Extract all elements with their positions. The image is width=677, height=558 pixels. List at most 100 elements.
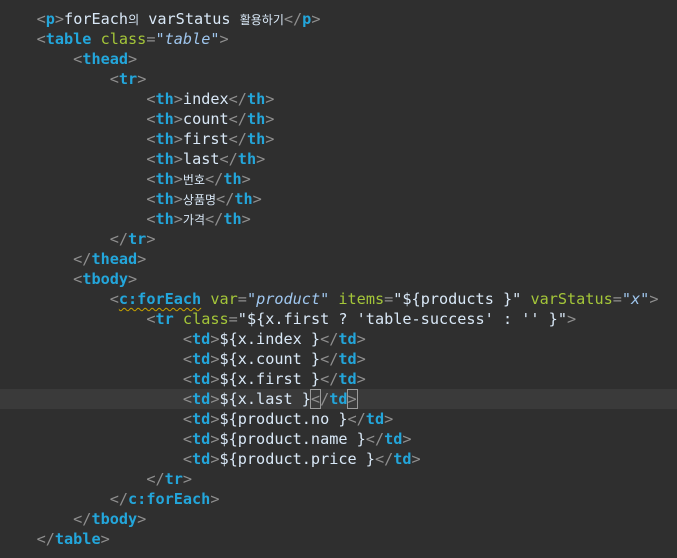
tag-name-token: td — [365, 410, 385, 428]
code-line[interactable]: </table> — [0, 529, 677, 549]
code-line[interactable]: </tr> — [0, 229, 677, 249]
bracket-token: > — [356, 350, 366, 368]
tag-name-token: tr — [164, 470, 183, 488]
bracket-token: < — [182, 450, 193, 468]
tag-name-token-warning: c:forEach — [118, 290, 202, 308]
korean-text-token: 의 — [128, 13, 140, 27]
tag-name-token: th — [237, 150, 257, 168]
code-line[interactable]: </tr> — [0, 469, 677, 489]
bracket-token: < — [109, 70, 119, 88]
text-token: first — [182, 130, 229, 148]
code-line[interactable]: <td>${x.index }</td> — [0, 329, 677, 349]
bracket-token: </ — [228, 110, 247, 128]
text-token: varStatus — [139, 10, 240, 28]
bracket-token: < — [182, 390, 193, 408]
code-line[interactable]: <td>${x.first }</td> — [0, 369, 677, 389]
bracket-token: </ — [228, 90, 247, 108]
code-line[interactable]: <tr> — [0, 69, 677, 89]
code-line[interactable]: </tbody> — [0, 509, 677, 529]
code-line[interactable]: <th>first</th> — [0, 129, 677, 149]
code-line[interactable]: <c:forEach var="product" items="${produc… — [0, 289, 677, 309]
tag-name-token: td — [393, 450, 412, 468]
code-line[interactable]: <td>${product.no }</td> — [0, 409, 677, 429]
code-line-current[interactable]: <td>${x.last }</td> — [0, 389, 677, 409]
code-line[interactable]: <table class="table"> — [0, 29, 677, 49]
bracket-token: > — [241, 210, 251, 228]
code-line[interactable]: <th>가격</th> — [0, 209, 677, 229]
bracket-token: < — [73, 50, 83, 68]
tag-name-token: tr — [128, 230, 147, 248]
code-line[interactable]: <p>forEach의 varStatus 활용하기</p> — [0, 9, 677, 29]
bracket-token: > — [54, 10, 65, 28]
bracket-token: > — [265, 90, 275, 108]
bracket-token: = — [612, 290, 622, 308]
korean-text-token: 번호 — [182, 173, 206, 187]
text-token: count — [182, 110, 229, 128]
code-line[interactable]: </thead> — [0, 249, 677, 269]
code-line[interactable]: <td>${x.count }</td> — [0, 349, 677, 369]
tag-name-token: th — [155, 170, 174, 188]
code-line[interactable]: <th>last</th> — [0, 149, 677, 169]
bracket-token: > — [566, 310, 577, 328]
bracket-token: > — [311, 10, 321, 28]
bracket-token: > — [137, 70, 147, 88]
code-line[interactable]: <tbody> — [0, 269, 677, 289]
string-token: "${products }" — [393, 290, 522, 308]
tag-name-token: td — [338, 350, 357, 368]
tag-name-token: td — [384, 430, 403, 448]
code-line[interactable]: </c:forEach> — [0, 489, 677, 509]
tag-name-token: tbody — [91, 510, 138, 528]
string-token: "${x.first ? 'table-success' : '' }" — [237, 310, 567, 328]
code-line[interactable]: <th>번호</th> — [0, 169, 677, 189]
korean-text-token: 상품명 — [182, 193, 217, 207]
code-line[interactable]: <thead> — [0, 49, 677, 69]
bracket-token: = — [237, 290, 247, 308]
code-line[interactable]: <th>상품명</th> — [0, 189, 677, 209]
code-line[interactable]: <tr class="${x.first ? 'table-success' :… — [0, 309, 677, 329]
bracket-token: < — [182, 430, 193, 448]
bracket-token: </ — [205, 210, 224, 228]
code-line[interactable]: <td>${product.name }</td> — [0, 429, 677, 449]
code-line[interactable]: <td>${product.price }</td> — [0, 449, 677, 469]
bracket-token: </ — [73, 250, 92, 268]
text-token: index — [182, 90, 229, 108]
code-line[interactable]: <th>count</th> — [0, 109, 677, 129]
bracket-token: < — [182, 350, 193, 368]
bracket-token: </ — [320, 330, 339, 348]
tag-name-token: th — [223, 210, 242, 228]
bracket-token: > — [173, 150, 183, 168]
bracket-token: = — [228, 310, 238, 328]
bracket-token: > — [173, 170, 183, 188]
tag-name-token: table — [54, 530, 101, 548]
bracket-token: = — [384, 290, 394, 308]
bracket-token: > — [173, 190, 183, 208]
bracket-token: > — [256, 150, 266, 168]
bracket-token: > — [649, 290, 659, 308]
text-token: ${x.index } — [219, 330, 321, 348]
code-line[interactable]: <th>index</th> — [0, 89, 677, 109]
bracket-token: > — [411, 450, 421, 468]
text-token: ${x.first } — [219, 370, 321, 388]
attribute-value-token: "x" — [621, 290, 650, 308]
text-token: ${product.price } — [219, 450, 375, 468]
code-editor[interactable]: <p>forEach의 varStatus 활용하기</p> <table cl… — [0, 0, 677, 558]
bracket-token: </ — [109, 490, 129, 508]
